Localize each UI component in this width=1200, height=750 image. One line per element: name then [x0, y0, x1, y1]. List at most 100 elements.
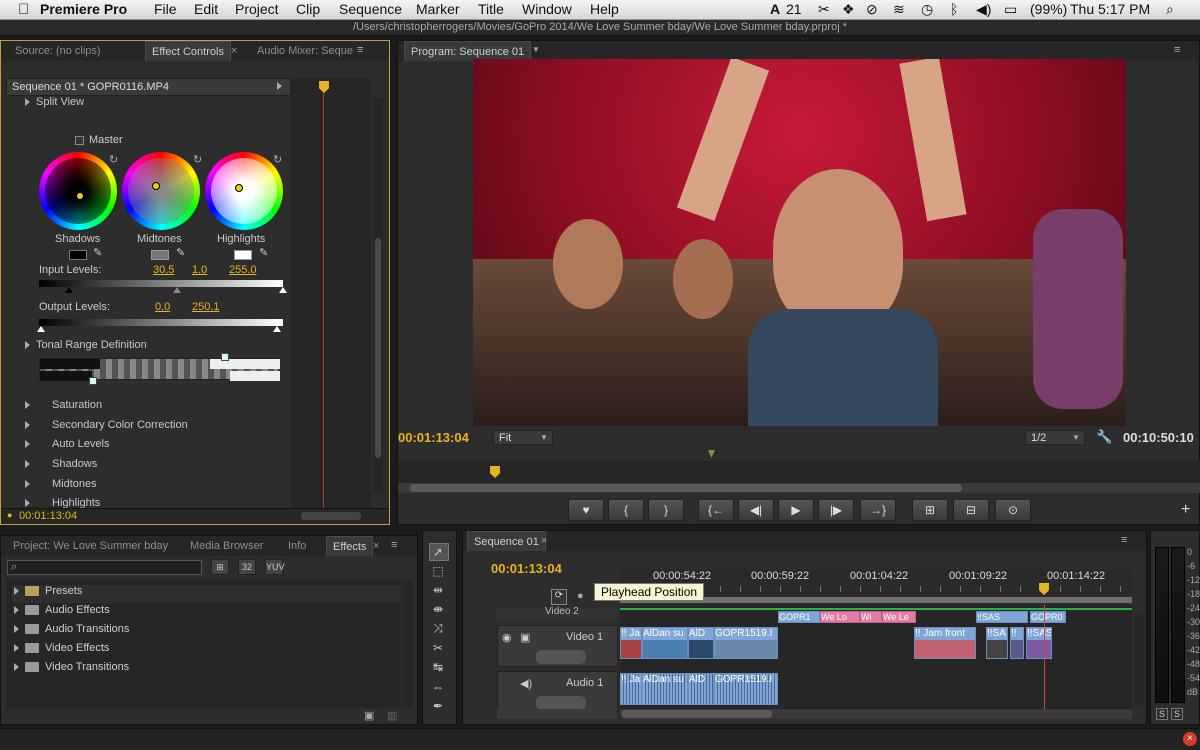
program-timecode-left[interactable]: 00:01:13:04 [398, 430, 469, 445]
shadows-wheel[interactable] [39, 152, 117, 230]
highlight-swatch[interactable] [234, 250, 252, 260]
go-to-in-button[interactable]: {← [698, 499, 734, 521]
wrench-icon[interactable]: 🔧 [1096, 429, 1112, 445]
reset-icon[interactable]: ↻ [273, 153, 282, 166]
output-black-value[interactable]: 0,0 [155, 301, 170, 313]
clip[interactable]: GOPR0 [1030, 611, 1066, 623]
vertical-scrollbar[interactable] [403, 580, 413, 708]
pen-tool-icon[interactable]: ✒ [430, 699, 446, 713]
lock-icon[interactable]: ▣ [520, 631, 530, 644]
slider-handle[interactable] [173, 287, 181, 293]
tab-info[interactable]: Info [282, 536, 312, 556]
extract-button[interactable]: ⊟ [953, 499, 989, 521]
wifi-icon[interactable]: ≋ [893, 1, 905, 18]
zoom-scrollbar[interactable] [398, 483, 1200, 493]
menu-sequence[interactable]: Sequence [339, 1, 402, 17]
track-header-audio1[interactable]: ◀) Audio 1 [497, 671, 618, 713]
effect-row-saturation[interactable]: Saturation [25, 399, 102, 411]
play-button[interactable]: ▶ [778, 499, 814, 521]
menu-project[interactable]: Project [235, 1, 279, 17]
tab-effect-controls[interactable]: Effect Controls [145, 41, 231, 61]
dropdown-icon[interactable]: ▼ [540, 433, 548, 442]
input-gamma-value[interactable]: 1,0 [192, 264, 207, 276]
vertical-scrollbar[interactable] [1134, 615, 1144, 705]
list-item-presets[interactable]: Presets [12, 585, 400, 603]
list-item-audio-transitions[interactable]: Audio Transitions [12, 623, 129, 635]
go-to-out-button[interactable]: →} [860, 499, 896, 521]
32bit-effects-icon[interactable]: 32 [238, 559, 256, 575]
slider-handle[interactable] [37, 326, 45, 332]
video-frame[interactable] [473, 59, 1126, 426]
clip[interactable]: !!SAS [1026, 627, 1052, 659]
effect-timeline[interactable] [291, 78, 371, 508]
dropbox-icon[interactable]: ❖ [842, 1, 855, 18]
app-name[interactable]: Premiere Pro [40, 1, 127, 17]
marker-icon[interactable] [708, 450, 715, 458]
tab-program[interactable]: Program: Sequence 01 [404, 41, 532, 61]
highlights-wheel[interactable] [205, 152, 283, 230]
shadow-swatch[interactable] [69, 250, 87, 260]
spotlight-icon[interactable]: ⌕ [1166, 1, 1174, 18]
eyedropper-icon[interactable]: ✎ [259, 246, 268, 259]
menu-window[interactable]: Window [522, 1, 572, 17]
keyframe-nav[interactable] [536, 696, 586, 710]
dropdown-icon[interactable]: ▼ [1072, 433, 1080, 442]
clip[interactable]: We Le [882, 611, 916, 623]
apple-icon[interactable]:  [18, 1, 29, 18]
menu-help[interactable]: Help [590, 1, 619, 17]
master-checkbox[interactable] [75, 136, 84, 145]
add-marker-button[interactable]: ♥ [568, 499, 604, 521]
track-select-tool-icon[interactable]: ⬚ [430, 564, 446, 578]
tonal-handle[interactable] [89, 377, 97, 385]
ripple-edit-tool-icon[interactable]: ⇹ [430, 583, 446, 597]
clip[interactable]: !! Ja [620, 627, 642, 659]
vertical-scrollbar[interactable] [373, 98, 383, 493]
timeline-timecode[interactable]: 00:01:13:04 [491, 561, 562, 576]
list-item-video-transitions[interactable]: Video Transitions [12, 661, 129, 673]
accelerated-effects-icon[interactable]: ⊞ [211, 559, 229, 575]
menu-title[interactable]: Title [478, 1, 504, 17]
close-icon[interactable]: × [1183, 732, 1197, 746]
panel-menu-icon[interactable]: ≡ [1174, 44, 1180, 56]
step-forward-button[interactable]: |▶ [818, 499, 854, 521]
clip[interactable]: !!SAS [976, 611, 1028, 623]
clip[interactable]: !! Jam front [914, 627, 976, 659]
solo-left-button[interactable]: S [1156, 708, 1168, 720]
add-marker-icon[interactable]: ● [577, 590, 584, 602]
eye-icon[interactable]: ◉ [502, 631, 512, 644]
header-scrollbar[interactable] [497, 709, 617, 719]
wheel-handle[interactable] [76, 192, 84, 200]
clip[interactable]: We Lo [820, 611, 860, 623]
clip[interactable]: AlD [688, 627, 714, 659]
slider-handle[interactable] [273, 326, 281, 332]
effect-timecode[interactable]: 00:01:13:04 [19, 510, 77, 522]
export-frame-button[interactable]: ⊙ [995, 499, 1031, 521]
tab-audio-mixer[interactable]: Audio Mixer: Seque [251, 41, 359, 61]
bluetooth-icon[interactable]: ᛒ [950, 1, 958, 17]
eyedropper-icon[interactable]: ✎ [93, 246, 102, 259]
reset-icon[interactable]: ↻ [109, 153, 118, 166]
close-tab-icon[interactable]: × [541, 535, 547, 547]
effect-row-auto-levels[interactable]: Auto Levels [25, 438, 109, 450]
trash-icon[interactable]: ▥ [387, 709, 397, 722]
scroll-thumb[interactable] [375, 238, 381, 458]
clip[interactable]: GOPR1519.I [714, 673, 778, 705]
panel-menu-icon[interactable]: ≡ [357, 44, 363, 56]
slip-tool-icon[interactable]: ↹ [430, 660, 446, 674]
clip[interactable]: AlDan su [642, 673, 688, 705]
panel-menu-icon[interactable]: ≡ [391, 539, 397, 551]
tab-media-browser[interactable]: Media Browser [184, 536, 269, 556]
output-levels-slider[interactable] [39, 319, 283, 326]
new-bin-icon[interactable]: ▣ [364, 709, 374, 722]
tab-sequence[interactable]: Sequence 01 [467, 531, 546, 551]
snap-icon[interactable]: ⟳ [551, 589, 567, 605]
clip[interactable]: !!SA [986, 627, 1008, 659]
zoom-scroll[interactable] [301, 512, 361, 520]
tab-source[interactable]: Source: (no clips) [9, 41, 107, 61]
track-header-video1[interactable]: ◉ ▣ Video 1 [497, 625, 618, 667]
menu-clip[interactable]: Clip [296, 1, 320, 17]
expand-icon[interactable] [277, 82, 282, 90]
keyframe-nav[interactable] [536, 650, 586, 664]
mark-out-button[interactable]: } [648, 499, 684, 521]
horizontal-scrollbar[interactable] [620, 709, 1132, 719]
